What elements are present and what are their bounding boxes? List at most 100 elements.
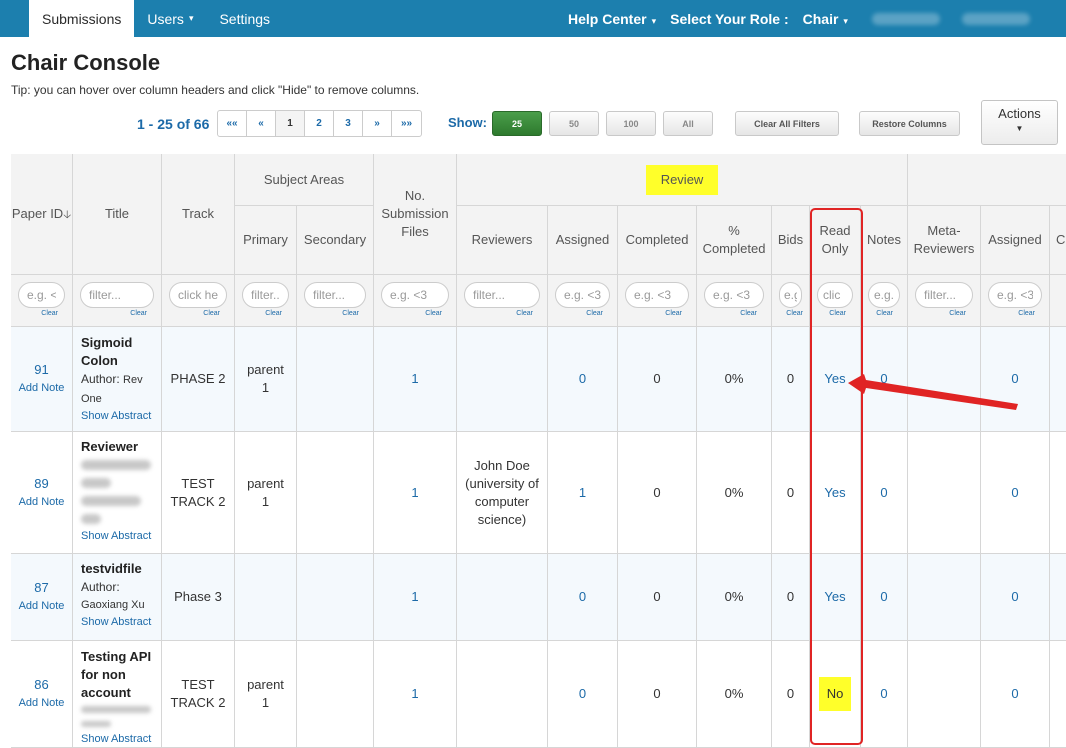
clear-filter-link[interactable]: Clear — [829, 309, 846, 318]
header-track[interactable]: Track — [162, 154, 235, 275]
clear-filter-link[interactable]: Clear — [740, 309, 757, 318]
redacted-user-menu[interactable] — [871, 12, 940, 25]
redacted-user-name[interactable] — [961, 12, 1030, 25]
clear-filter-link[interactable]: Clear — [203, 309, 220, 318]
files-count-link[interactable]: 1 — [411, 370, 418, 388]
nav-submissions[interactable]: Submissions — [29, 0, 135, 37]
notes-count-link[interactable]: 0 — [880, 685, 887, 703]
filter-secondary[interactable] — [304, 282, 366, 308]
header-read-only[interactable]: Read Only — [810, 206, 861, 275]
clear-filter-link[interactable]: Clear — [265, 309, 282, 318]
read-only-value[interactable]: No — [818, 677, 852, 711]
clear-filter-link[interactable]: Clear — [949, 309, 966, 318]
paper-id-link[interactable]: 86 — [34, 676, 48, 694]
header-percent-completed[interactable]: % Completed — [697, 206, 772, 275]
pager-next[interactable]: » — [363, 111, 392, 136]
header-secondary[interactable]: Secondary — [297, 206, 374, 275]
pager-last[interactable]: »» — [392, 111, 421, 136]
clear-filter-link[interactable]: Clear — [786, 309, 803, 318]
nav-users[interactable]: Users ▾ — [134, 0, 206, 37]
filter-meta-assigned[interactable] — [988, 282, 1042, 308]
show-100-button[interactable]: 100 — [606, 111, 656, 136]
read-only-value[interactable]: Yes — [824, 588, 845, 606]
files-count-link[interactable]: 1 — [411, 685, 418, 703]
pager-page-3[interactable]: 3 — [334, 111, 363, 136]
filter-primary[interactable] — [242, 282, 289, 308]
clear-filter-link[interactable]: Clear — [1018, 309, 1035, 318]
filter-read-only[interactable] — [817, 282, 853, 308]
filter-completed[interactable] — [625, 282, 689, 308]
meta-assigned-count-link[interactable]: 0 — [1011, 588, 1018, 606]
header-notes[interactable]: Notes — [861, 206, 908, 275]
show-abstract-link[interactable]: Show Abstract — [81, 614, 151, 630]
clear-filter-link[interactable]: Clear — [425, 309, 442, 318]
actions-button[interactable]: Actions ▼ — [981, 100, 1058, 145]
paper-id-link[interactable]: 89 — [34, 475, 48, 493]
clear-filter-link[interactable]: Clear — [665, 309, 682, 318]
header-meta-assigned[interactable]: Assigned — [981, 206, 1050, 275]
assigned-count-link[interactable]: 0 — [579, 370, 586, 388]
filter-track[interactable] — [169, 282, 227, 308]
header-partial-column[interactable]: C — [1050, 206, 1066, 275]
pager-prev[interactable]: « — [247, 111, 276, 136]
meta-assigned-count-link[interactable]: 0 — [1011, 484, 1018, 502]
filter-title[interactable] — [80, 282, 154, 308]
show-abstract-link[interactable]: Show Abstract — [81, 408, 151, 424]
clear-filter-link[interactable]: Clear — [342, 309, 359, 318]
filter-reviewers[interactable] — [464, 282, 540, 308]
pager-first[interactable]: «« — [218, 111, 247, 136]
filter-notes[interactable] — [868, 282, 900, 308]
header-bids[interactable]: Bids — [772, 206, 810, 275]
clear-filter-link[interactable]: Clear — [516, 309, 533, 318]
files-count-link[interactable]: 1 — [411, 588, 418, 606]
notes-count-link[interactable]: 0 — [880, 484, 887, 502]
read-only-value[interactable]: Yes — [824, 370, 845, 388]
filter-percent-completed[interactable] — [704, 282, 764, 308]
filter-paper-id[interactable] — [18, 282, 65, 308]
clear-filter-link[interactable]: Clear — [586, 309, 603, 318]
show-abstract-link[interactable]: Show Abstract — [81, 528, 151, 544]
add-note-link[interactable]: Add Note — [19, 597, 65, 615]
role-dropdown[interactable]: Chair ▾ — [803, 11, 848, 27]
pager-page-1[interactable]: 1 — [276, 111, 305, 136]
header-meta-reviewers[interactable]: Meta-Reviewers — [908, 206, 981, 275]
meta-assigned-count-link[interactable]: 0 — [1011, 685, 1018, 703]
paper-id-link[interactable]: 87 — [34, 579, 48, 597]
paper-id-link[interactable]: 91 — [34, 361, 48, 379]
filter-assigned[interactable] — [555, 282, 610, 308]
show-50-button[interactable]: 50 — [549, 111, 599, 136]
nav-settings[interactable]: Settings — [206, 0, 283, 37]
add-note-link[interactable]: Add Note — [19, 694, 65, 712]
sort-down-icon[interactable]: 🡣 — [63, 209, 71, 221]
filter-meta-reviewers[interactable] — [915, 282, 973, 308]
header-assigned[interactable]: Assigned — [548, 206, 618, 275]
meta-assigned-count-link[interactable]: 0 — [1011, 370, 1018, 388]
header-reviewers[interactable]: Reviewers — [457, 206, 548, 275]
header-primary[interactable]: Primary — [235, 206, 297, 275]
read-only-value[interactable]: Yes — [824, 484, 845, 502]
notes-count-link[interactable]: 0 — [880, 588, 887, 606]
add-note-link[interactable]: Add Note — [19, 493, 65, 511]
header-paper-id[interactable]: Paper ID🡣 — [11, 154, 73, 275]
clear-filter-link[interactable]: Clear — [130, 309, 147, 318]
header-completed[interactable]: Completed — [618, 206, 697, 275]
add-note-link[interactable]: Add Note — [19, 379, 65, 397]
pager-page-2[interactable]: 2 — [305, 111, 334, 136]
assigned-count-link[interactable]: 0 — [579, 588, 586, 606]
show-abstract-link[interactable]: Show Abstract — [81, 731, 151, 747]
show-25-button[interactable]: 25 — [492, 111, 542, 136]
filter-bids[interactable] — [779, 282, 802, 308]
filter-files[interactable] — [381, 282, 449, 308]
notes-count-link[interactable]: 0 — [880, 370, 887, 388]
restore-columns-button[interactable]: Restore Columns — [859, 111, 960, 136]
assigned-count-link[interactable]: 0 — [579, 685, 586, 703]
clear-filter-link[interactable]: Clear — [876, 309, 893, 318]
clear-filter-link[interactable]: Clear — [41, 309, 58, 318]
clear-all-filters-button[interactable]: Clear All Filters — [735, 111, 839, 136]
show-all-button[interactable]: All — [663, 111, 713, 136]
header-submission-files[interactable]: No. Submission Files — [374, 154, 457, 275]
assigned-count-link[interactable]: 1 — [579, 484, 586, 502]
header-title[interactable]: Title — [73, 154, 162, 275]
files-count-link[interactable]: 1 — [411, 484, 418, 502]
help-center-menu[interactable]: Help Center ▾ — [568, 11, 656, 27]
